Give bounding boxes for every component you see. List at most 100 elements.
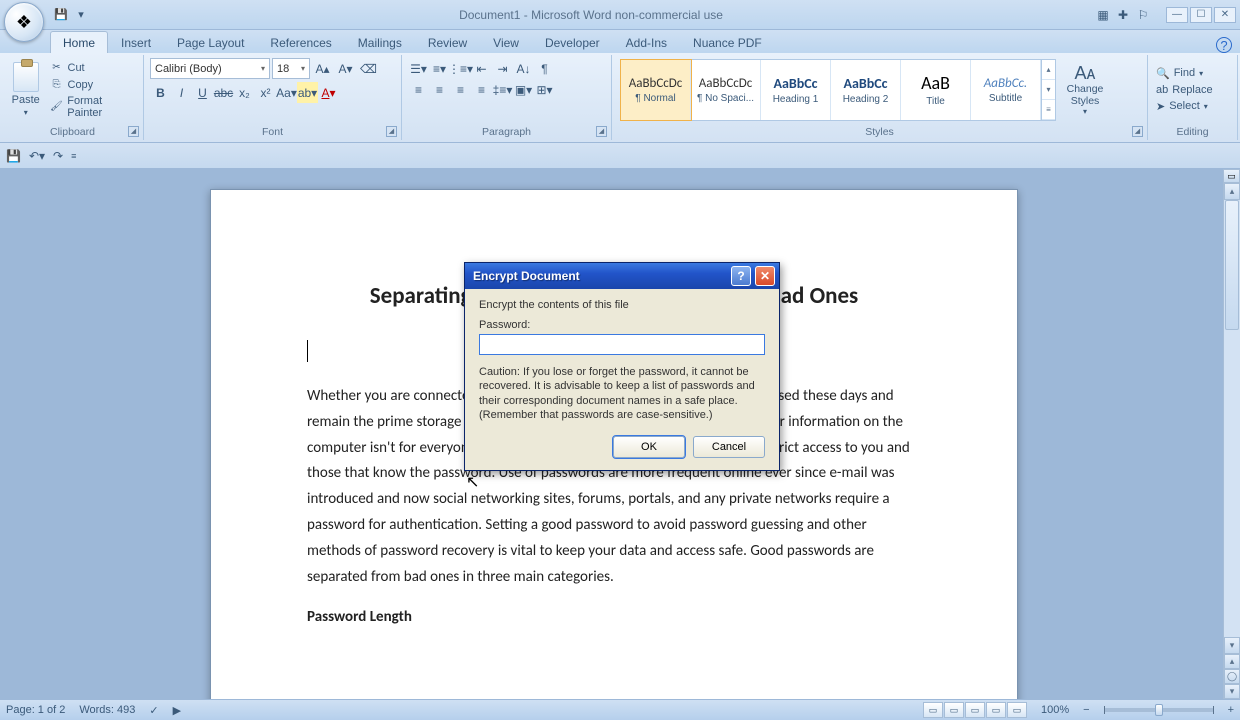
minimize-button[interactable]: — xyxy=(1166,7,1188,23)
full-screen-view[interactable]: ▭ xyxy=(944,702,964,718)
highlight-button[interactable]: ab▾ xyxy=(297,82,318,103)
find-button[interactable]: 🔍Find▾ xyxy=(1152,65,1217,82)
scroll-thumb[interactable] xyxy=(1225,200,1239,330)
increase-indent-button[interactable]: ⇥ xyxy=(492,58,513,79)
tab-review[interactable]: Review xyxy=(415,31,480,53)
redo-button[interactable]: ↷ xyxy=(53,149,63,163)
style-heading1[interactable]: AaBbCcHeading 1 xyxy=(761,60,831,120)
scroll-track[interactable] xyxy=(1224,200,1240,637)
numbering-button[interactable]: ≡▾ xyxy=(429,58,450,79)
previous-page-button[interactable]: ▴ xyxy=(1224,654,1240,669)
line-spacing-button[interactable]: ‡≡▾ xyxy=(492,79,513,100)
bullets-button[interactable]: ☰▾ xyxy=(408,58,429,79)
ok-button[interactable]: OK xyxy=(613,436,685,458)
close-button[interactable]: ✕ xyxy=(1214,7,1236,23)
scroll-up-button[interactable]: ▴ xyxy=(1224,183,1240,200)
align-left-button[interactable]: ≡ xyxy=(408,79,429,100)
gallery-more[interactable]: ≡ xyxy=(1042,100,1055,120)
status-page[interactable]: Page: 1 of 2 xyxy=(6,704,65,716)
borders-button[interactable]: ⊞▾ xyxy=(534,79,555,100)
change-styles-button[interactable]: Aᴀ Change Styles ▾ xyxy=(1060,61,1110,118)
gallery-up[interactable]: ▴ xyxy=(1042,60,1055,80)
office-button[interactable]: ❖ xyxy=(4,2,44,42)
paste-button[interactable]: Paste ▾ xyxy=(6,60,46,119)
print-layout-view[interactable]: ▭ xyxy=(923,702,943,718)
tab-mailings[interactable]: Mailings xyxy=(345,31,415,53)
format-painter-button[interactable]: 🖌Format Painter xyxy=(50,95,140,119)
help-icon[interactable]: ? xyxy=(1216,37,1232,53)
web-layout-view[interactable]: ▭ xyxy=(965,702,985,718)
zoom-slider[interactable] xyxy=(1104,708,1214,712)
styles-launcher[interactable]: ◢ xyxy=(1132,126,1143,137)
multilevel-button[interactable]: ⋮≡▾ xyxy=(450,58,471,79)
addin-icon-1[interactable]: ▦ xyxy=(1094,6,1112,24)
decrease-indent-button[interactable]: ⇤ xyxy=(471,58,492,79)
copy-button[interactable]: ⎘Copy xyxy=(50,78,140,92)
font-launcher[interactable]: ◢ xyxy=(386,126,397,137)
align-right-button[interactable]: ≡ xyxy=(450,79,471,100)
font-size-combo[interactable]: 18▾ xyxy=(272,58,310,79)
tab-addins[interactable]: Add-Ins xyxy=(613,31,680,53)
tab-developer[interactable]: Developer xyxy=(532,31,613,53)
tab-view[interactable]: View xyxy=(480,31,532,53)
draft-view[interactable]: ▭ xyxy=(1007,702,1027,718)
browse-object-button[interactable]: ◯ xyxy=(1224,669,1240,684)
font-color-button[interactable]: A▾ xyxy=(318,82,339,103)
tab-page-layout[interactable]: Page Layout xyxy=(164,31,257,53)
subscript-button[interactable]: x₂ xyxy=(234,82,255,103)
outline-view[interactable]: ▭ xyxy=(986,702,1006,718)
clear-formatting-button[interactable]: ⌫ xyxy=(358,58,379,79)
shrink-font-button[interactable]: A▾ xyxy=(335,58,356,79)
status-words[interactable]: Words: 493 xyxy=(79,704,135,716)
style-normal[interactable]: AaBbCcDc¶ Normal xyxy=(621,60,691,120)
undo-button[interactable]: ↶▾ xyxy=(29,149,45,163)
align-center-button[interactable]: ≡ xyxy=(429,79,450,100)
zoom-level[interactable]: 100% xyxy=(1041,704,1069,716)
style-title[interactable]: AaBTitle xyxy=(901,60,971,120)
dialog-help-button[interactable]: ? xyxy=(731,266,751,286)
tab-home[interactable]: Home xyxy=(50,31,108,53)
cancel-button[interactable]: Cancel xyxy=(693,436,765,458)
underline-button[interactable]: U xyxy=(192,82,213,103)
zoom-thumb[interactable] xyxy=(1155,704,1163,716)
addin-icon-3[interactable]: ⚐ xyxy=(1134,6,1152,24)
addin-icon-2[interactable]: ✚ xyxy=(1114,6,1132,24)
ruler-toggle[interactable]: ▭ xyxy=(1223,169,1240,183)
clipboard-launcher[interactable]: ◢ xyxy=(128,126,139,137)
bold-button[interactable]: B xyxy=(150,82,171,103)
style-subtitle[interactable]: AaBbCc.Subtitle xyxy=(971,60,1041,120)
shading-button[interactable]: ▣▾ xyxy=(513,79,534,100)
tab-references[interactable]: References xyxy=(257,31,344,53)
sort-button[interactable]: A↓ xyxy=(513,58,534,79)
style-heading2[interactable]: AaBbCcHeading 2 xyxy=(831,60,901,120)
zoom-in-button[interactable]: + xyxy=(1228,704,1234,716)
gallery-down[interactable]: ▾ xyxy=(1042,80,1055,100)
save-icon[interactable]: 💾 xyxy=(54,8,68,22)
grow-font-button[interactable]: A▴ xyxy=(312,58,333,79)
macro-icon[interactable]: ▶ xyxy=(173,704,181,717)
superscript-button[interactable]: x² xyxy=(255,82,276,103)
font-name-combo[interactable]: Calibri (Body)▾ xyxy=(150,58,270,79)
password-input[interactable] xyxy=(479,334,765,355)
change-case-button[interactable]: Aa▾ xyxy=(276,82,297,103)
style-no-spacing[interactable]: AaBbCcDc¶ No Spaci... xyxy=(691,60,761,120)
italic-button[interactable]: I xyxy=(171,82,192,103)
paragraph-launcher[interactable]: ◢ xyxy=(596,126,607,137)
zoom-out-button[interactable]: − xyxy=(1083,704,1089,716)
qat-customize-icon[interactable]: ▾ xyxy=(74,8,88,22)
save-icon[interactable]: 💾 xyxy=(6,149,21,163)
cut-button[interactable]: ✂Cut xyxy=(50,61,140,75)
scroll-down-button[interactable]: ▾ xyxy=(1224,637,1240,654)
dialog-close-button[interactable]: ✕ xyxy=(755,266,775,286)
tab-insert[interactable]: Insert xyxy=(108,31,164,53)
qat2-customize[interactable]: ≡ xyxy=(71,151,76,161)
strikethrough-button[interactable]: abc xyxy=(213,82,234,103)
maximize-button[interactable]: ☐ xyxy=(1190,7,1212,23)
select-button[interactable]: ➤Select▾ xyxy=(1152,98,1217,115)
replace-button[interactable]: abReplace xyxy=(1152,82,1217,98)
next-page-button[interactable]: ▾ xyxy=(1224,684,1240,699)
tab-nuance[interactable]: Nuance PDF xyxy=(680,31,775,53)
spell-check-icon[interactable]: ✓ xyxy=(149,704,158,717)
justify-button[interactable]: ≡ xyxy=(471,79,492,100)
dialog-titlebar[interactable]: Encrypt Document ? ✕ xyxy=(465,263,779,289)
